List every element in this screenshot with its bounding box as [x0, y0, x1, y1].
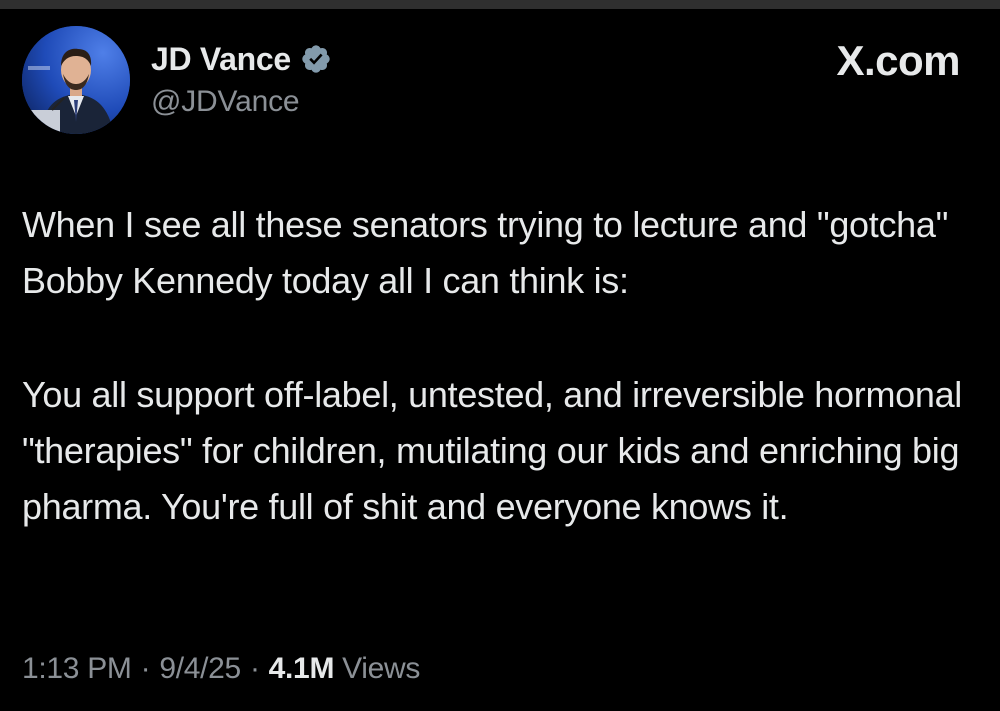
- top-bar-strip: [0, 0, 1000, 9]
- meta-separator: ·: [140, 652, 151, 685]
- views-label[interactable]: Views: [342, 652, 420, 686]
- verified-checkmark-icon[interactable]: [300, 43, 332, 75]
- tweet-meta: 1:13 PM · 9/4/25 · 4.1M Views: [22, 652, 420, 686]
- avatar[interactable]: [22, 26, 130, 134]
- tweet-text: When I see all these senators trying to …: [22, 197, 980, 535]
- author-handle[interactable]: @JDVance: [151, 85, 300, 119]
- tweet-paragraph: When I see all these senators trying to …: [22, 204, 958, 301]
- tweet-time[interactable]: 1:13 PM: [22, 652, 132, 686]
- author-display-name[interactable]: JD Vance: [151, 41, 291, 78]
- views-count: 4.1M: [268, 652, 335, 685]
- meta-separator: ·: [249, 652, 260, 685]
- author-name-row: JD Vance: [151, 38, 332, 80]
- site-watermark: X.com: [836, 37, 960, 84]
- tweet-date[interactable]: 9/4/25: [159, 652, 241, 686]
- avatar-photo-icon: [22, 26, 130, 134]
- tweet-paragraph: You all support off-label, untested, and…: [22, 374, 972, 527]
